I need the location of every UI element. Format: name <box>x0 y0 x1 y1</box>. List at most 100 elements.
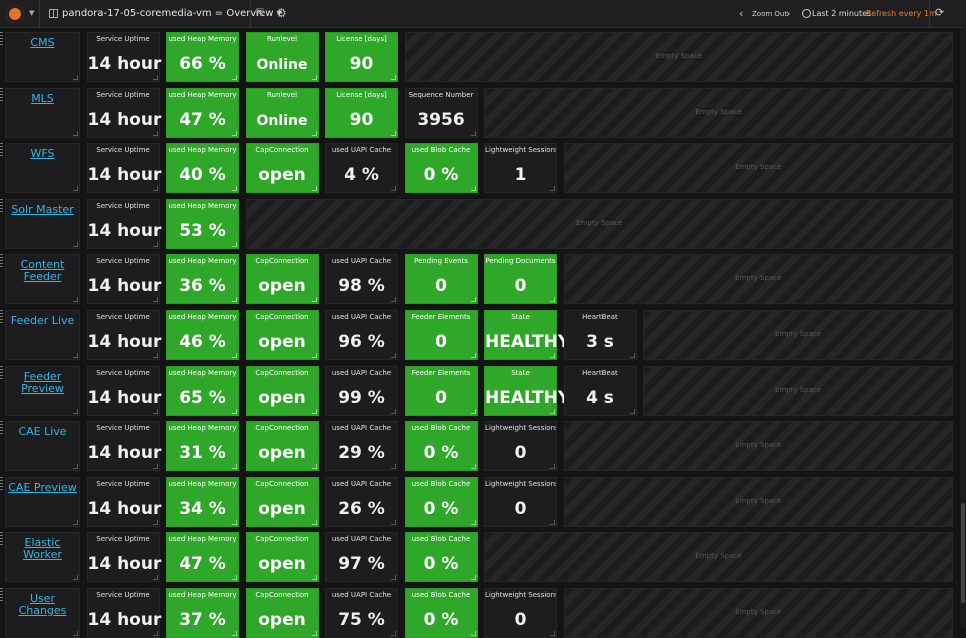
resize-handle[interactable] <box>73 519 78 525</box>
stat-panel-title[interactable]: HeartBeat <box>565 369 636 377</box>
stat-panel-title[interactable]: used Blob Cache <box>406 146 477 154</box>
resize-handle[interactable] <box>152 631 158 636</box>
stat-panel-title[interactable]: Service Uptime <box>88 591 159 599</box>
resize-handle[interactable] <box>311 186 317 192</box>
stat-panel-title[interactable]: used Heap Memory <box>167 257 238 265</box>
row-menu-handle-icon[interactable] <box>0 421 3 436</box>
resize-handle[interactable] <box>232 575 237 581</box>
stat-panel-title[interactable]: Service Uptime <box>88 35 159 43</box>
stat-panel-service-uptime[interactable]: Service Uptime 14 hour <box>86 421 161 472</box>
stat-panel-title[interactable]: Feeder Elements <box>406 369 477 377</box>
stat-panel-used-heap-memory[interactable]: used Heap Memory 34 % <box>166 476 239 527</box>
stat-panel-used-heap-memory[interactable]: used Heap Memory 40 % <box>166 143 239 194</box>
stat-panel-title[interactable]: CapConnection <box>247 480 318 488</box>
resize-handle[interactable] <box>470 186 476 192</box>
stat-panel-title[interactable]: CapConnection <box>247 535 318 543</box>
refresh-icon[interactable]: ⟳ <box>935 6 944 19</box>
stat-panel-used-uapi-cache[interactable]: used UAPI Cache 4 % <box>325 143 398 194</box>
stat-panel-title[interactable]: License [days] <box>326 35 397 43</box>
resize-handle[interactable] <box>73 297 78 303</box>
resize-handle[interactable] <box>73 186 78 192</box>
stat-panel-title[interactable]: Service Uptime <box>88 91 159 99</box>
resize-handle[interactable] <box>550 631 555 636</box>
stat-panel-used-heap-memory[interactable]: used Heap Memory 47 % <box>166 87 239 138</box>
stat-panel-title[interactable]: State <box>485 369 556 377</box>
stat-panel-used-heap-memory[interactable]: used Heap Memory 46 % <box>166 310 239 360</box>
resize-handle[interactable] <box>232 241 237 247</box>
resize-handle[interactable] <box>391 408 396 414</box>
stat-panel-title[interactable]: CapConnection <box>247 424 318 432</box>
resize-handle[interactable] <box>311 575 317 581</box>
resize-handle[interactable] <box>232 186 237 192</box>
resize-handle[interactable] <box>470 519 476 525</box>
stat-panel-used-heap-memory[interactable]: used Heap Memory 66 % <box>166 32 239 82</box>
stat-panel-used-uapi-cache[interactable]: used UAPI Cache 26 % <box>325 476 398 527</box>
resize-handle[interactable] <box>311 631 317 636</box>
service-link[interactable]: Feeder Preview <box>6 370 79 395</box>
resize-handle[interactable] <box>311 130 317 136</box>
resize-handle[interactable] <box>73 241 78 247</box>
resize-handle[interactable] <box>391 186 396 192</box>
resize-handle[interactable] <box>391 75 396 80</box>
gear-icon[interactable]: ⚙ <box>276 6 287 20</box>
stat-panel-title[interactable]: used UAPI Cache <box>326 535 397 543</box>
stat-panel-service-uptime[interactable]: Service Uptime 14 hour <box>86 588 161 638</box>
service-link[interactable]: CAE Preview <box>6 481 79 494</box>
stat-panel-title[interactable]: Pending Events <box>406 257 477 265</box>
stat-panel-sequence-number[interactable]: Sequence Number 3956 <box>404 87 478 138</box>
stat-panel-title[interactable]: Service Uptime <box>88 369 159 377</box>
dashboard-title[interactable]: pandora-17-05-coremedia-vm = Overview ▾ <box>62 8 282 19</box>
stat-panel-capconnection[interactable]: CapConnection open <box>245 588 319 638</box>
resize-handle[interactable] <box>232 408 237 414</box>
service-link[interactable]: Solr Master <box>6 203 79 216</box>
stat-panel-service-uptime[interactable]: Service Uptime 14 hour <box>86 365 161 416</box>
stat-panel-used-heap-memory[interactable]: used Heap Memory 65 % <box>166 365 239 416</box>
row-menu-handle-icon[interactable] <box>0 532 3 547</box>
stat-panel-title[interactable]: used UAPI Cache <box>326 480 397 488</box>
stat-panel-runlevel[interactable]: Runlevel Online <box>245 87 319 138</box>
stat-panel-title[interactable]: Service Uptime <box>88 257 159 265</box>
resize-handle[interactable] <box>152 408 158 414</box>
stat-panel-title[interactable]: Pending Documents <box>485 257 556 265</box>
stat-panel-title[interactable]: HeartBeat <box>565 313 636 321</box>
resize-handle[interactable] <box>550 408 555 414</box>
stat-panel-title[interactable]: Lightweight Sessions <box>485 146 556 154</box>
stat-panel-state[interactable]: State HEALTHY <box>484 365 570 416</box>
resize-handle[interactable] <box>232 519 237 525</box>
stat-panel-capconnection[interactable]: CapConnection open <box>245 421 319 472</box>
resize-handle[interactable] <box>629 353 635 358</box>
resize-handle[interactable] <box>73 75 78 80</box>
stat-panel-title[interactable]: Service Uptime <box>88 480 159 488</box>
stat-panel-lightweight-sessions[interactable]: Lightweight Sessions 0 <box>484 588 557 638</box>
stat-panel-title[interactable]: CapConnection <box>247 146 318 154</box>
stat-panel-capconnection[interactable]: CapConnection open <box>245 365 319 416</box>
stat-panel-service-uptime[interactable]: Service Uptime 14 hour <box>86 87 161 138</box>
row-menu-handle-icon[interactable] <box>0 198 3 213</box>
stat-panel-title[interactable]: used Blob Cache <box>406 480 477 488</box>
stat-panel-title[interactable]: used Heap Memory <box>167 313 238 321</box>
stat-panel-license-days[interactable]: License [days] 90 <box>325 32 398 82</box>
stat-panel-lightweight-sessions[interactable]: Lightweight Sessions 1 <box>484 143 557 194</box>
time-range-picker[interactable]: Last 2 minutes <box>812 9 871 18</box>
service-link[interactable]: MLS <box>6 92 79 105</box>
stat-panel-title[interactable]: used Heap Memory <box>167 535 238 543</box>
stat-panel-title[interactable]: used Heap Memory <box>167 480 238 488</box>
stat-panel-used-uapi-cache[interactable]: used UAPI Cache 99 % <box>325 365 398 416</box>
resize-handle[interactable] <box>311 297 317 303</box>
stat-panel-service-uptime[interactable]: Service Uptime 14 hour <box>86 254 161 305</box>
service-link[interactable]: WFS <box>6 148 79 160</box>
stat-panel-used-heap-memory[interactable]: used Heap Memory 47 % <box>166 532 239 583</box>
stat-panel-title[interactable]: used Heap Memory <box>167 35 238 43</box>
stat-panel-capconnection[interactable]: CapConnection open <box>245 476 319 527</box>
stat-panel-used-uapi-cache[interactable]: used UAPI Cache 97 % <box>325 532 398 583</box>
resize-handle[interactable] <box>391 353 396 358</box>
resize-handle[interactable] <box>550 353 555 358</box>
stat-panel-used-heap-memory[interactable]: used Heap Memory 37 % <box>166 588 239 638</box>
stat-panel-title[interactable]: used UAPI Cache <box>326 591 397 599</box>
stat-panel-capconnection[interactable]: CapConnection open <box>245 532 319 583</box>
resize-handle[interactable] <box>311 519 317 525</box>
stat-panel-used-uapi-cache[interactable]: used UAPI Cache 75 % <box>325 588 398 638</box>
resize-handle[interactable] <box>152 186 158 192</box>
row-menu-handle-icon[interactable] <box>0 310 3 324</box>
refresh-interval[interactable]: Refresh every 1m <box>866 9 937 18</box>
